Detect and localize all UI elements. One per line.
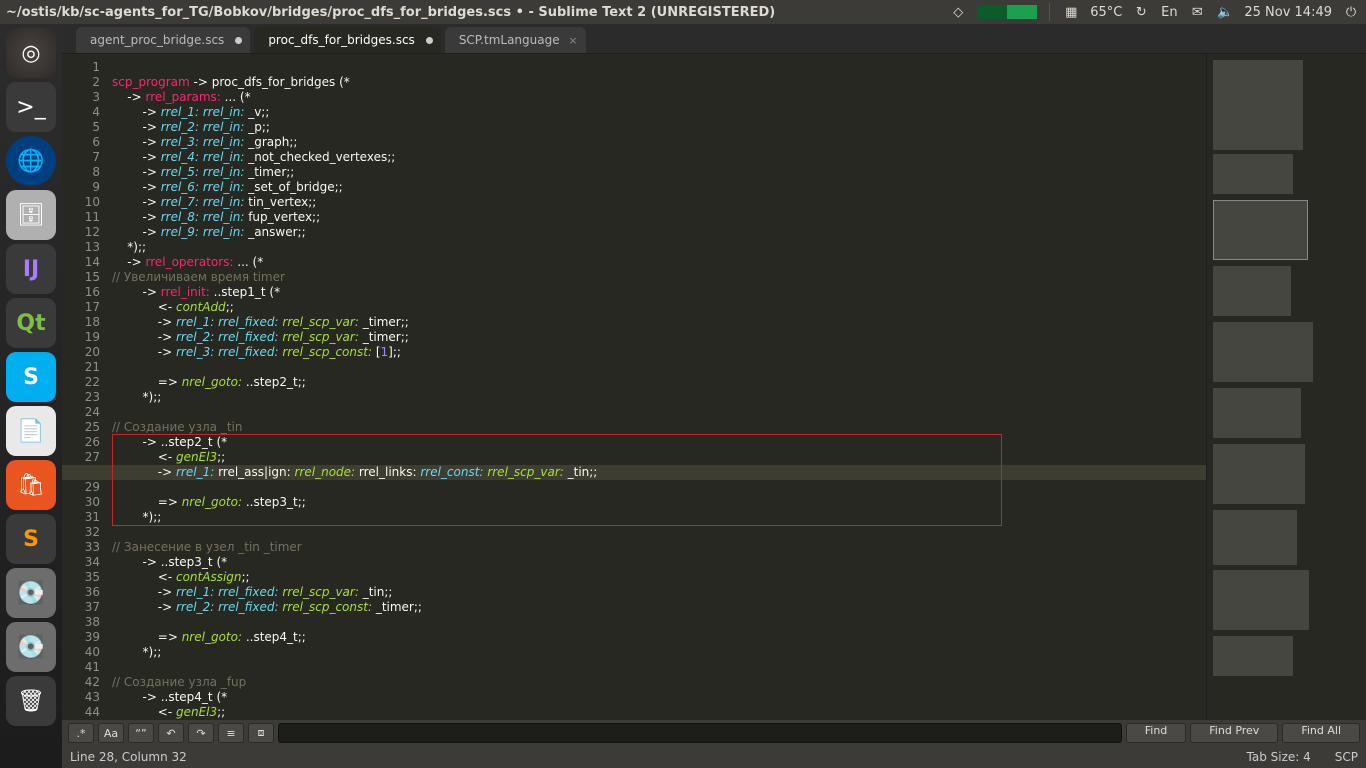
code-content[interactable]: scp_program -> proc_dfs_for_bridges (* -…: [108, 54, 1206, 720]
tab-label: proc_dfs_for_bridges.scs: [268, 33, 415, 47]
launcher-trash[interactable]: 🗑: [6, 676, 56, 726]
tab-scp-tmlanguage[interactable]: SCP.tmLanguage ×: [445, 27, 586, 53]
clock: 25 Nov 14:49: [1244, 5, 1332, 20]
highlight-toggle[interactable]: ⧈: [248, 723, 274, 743]
unity-launcher: ◎ >_ 🌐 🗄 IJ Qt S 📄 🛍 S 💽 💽 🗑: [0, 24, 62, 768]
refresh-icon[interactable]: ↻: [1132, 5, 1150, 20]
code-area[interactable]: 1234567891011121314151617181920212223242…: [62, 54, 1366, 720]
find-button[interactable]: Find: [1126, 723, 1187, 743]
line-gutter: 1234567891011121314151617181920212223242…: [62, 54, 108, 720]
case-sensitive-toggle[interactable]: Aa: [98, 723, 124, 743]
launcher-firefox[interactable]: 🌐: [6, 136, 56, 186]
launcher-libreoffice-writer[interactable]: 📄: [6, 406, 56, 456]
minimap[interactable]: [1206, 54, 1366, 720]
close-icon[interactable]: ×: [568, 34, 577, 47]
dirty-dot-icon: [426, 37, 433, 44]
system-monitor-icon[interactable]: [977, 5, 1037, 19]
incremental-find-bar: .* Aa “” ↶ ↷ ≡ ⧈ Find Find Prev Find All: [62, 720, 1366, 746]
cpu-icon: ▦: [1062, 5, 1080, 20]
whole-word-toggle[interactable]: “”: [128, 723, 154, 743]
find-all-button[interactable]: Find All: [1282, 723, 1360, 743]
cursor-position: Line 28, Column 32: [70, 750, 187, 764]
launcher-terminal[interactable]: >_: [6, 82, 56, 132]
keyboard-layout[interactable]: En: [1160, 5, 1178, 20]
tab-agent-proc-bridge[interactable]: agent_proc_bridge.scs: [76, 27, 250, 53]
dropbox-icon[interactable]: ◇: [949, 5, 967, 20]
reverse-toggle[interactable]: ↶: [158, 723, 184, 743]
dirty-dot-icon: [235, 37, 242, 44]
wrap-toggle[interactable]: ↷: [188, 723, 214, 743]
window-title: ~/ostis/kb/sc-agents_for_TG/Bobkov/bridg…: [6, 5, 949, 20]
launcher-qt-creator[interactable]: Qt: [6, 298, 56, 348]
launcher-software-center[interactable]: 🛍: [6, 460, 56, 510]
launcher-skype[interactable]: S: [6, 352, 56, 402]
tab-proc-dfs-for-bridges[interactable]: proc_dfs_for_bridges.scs: [254, 27, 441, 53]
top-menubar: ~/ostis/kb/sc-agents_for_TG/Bobkov/bridg…: [0, 0, 1366, 24]
launcher-sublime-text[interactable]: S: [6, 514, 56, 564]
sublime-window: agent_proc_bridge.scs proc_dfs_for_bridg…: [62, 24, 1366, 768]
system-tray: ◇ ▦ 65°C ↻ En ✉ 🔈 25 Nov 14:49 ⏻: [949, 3, 1360, 21]
syntax-mode[interactable]: SCP: [1335, 750, 1358, 764]
temperature: 65°C: [1090, 5, 1122, 20]
launcher-ubuntu-dash[interactable]: ◎: [6, 28, 56, 78]
power-icon[interactable]: ⏻: [1342, 5, 1360, 20]
find-input[interactable]: [278, 723, 1122, 743]
in-selection-toggle[interactable]: ≡: [218, 723, 244, 743]
tab-label: SCP.tmLanguage: [459, 33, 560, 47]
find-prev-button[interactable]: Find Prev: [1190, 723, 1278, 743]
launcher-disk-2[interactable]: 💽: [6, 622, 56, 672]
tab-bar: agent_proc_bridge.scs proc_dfs_for_bridg…: [62, 24, 1366, 54]
mail-icon[interactable]: ✉: [1188, 5, 1206, 20]
launcher-files[interactable]: 🗄: [6, 190, 56, 240]
launcher-intellij[interactable]: IJ: [6, 244, 56, 294]
volume-icon[interactable]: 🔈: [1216, 5, 1234, 20]
tab-size[interactable]: Tab Size: 4: [1247, 750, 1311, 764]
status-bar: Line 28, Column 32 Tab Size: 4 SCP: [62, 746, 1366, 768]
launcher-disk-1[interactable]: 💽: [6, 568, 56, 618]
regex-toggle[interactable]: .*: [68, 723, 94, 743]
tab-label: agent_proc_bridge.scs: [90, 33, 224, 47]
